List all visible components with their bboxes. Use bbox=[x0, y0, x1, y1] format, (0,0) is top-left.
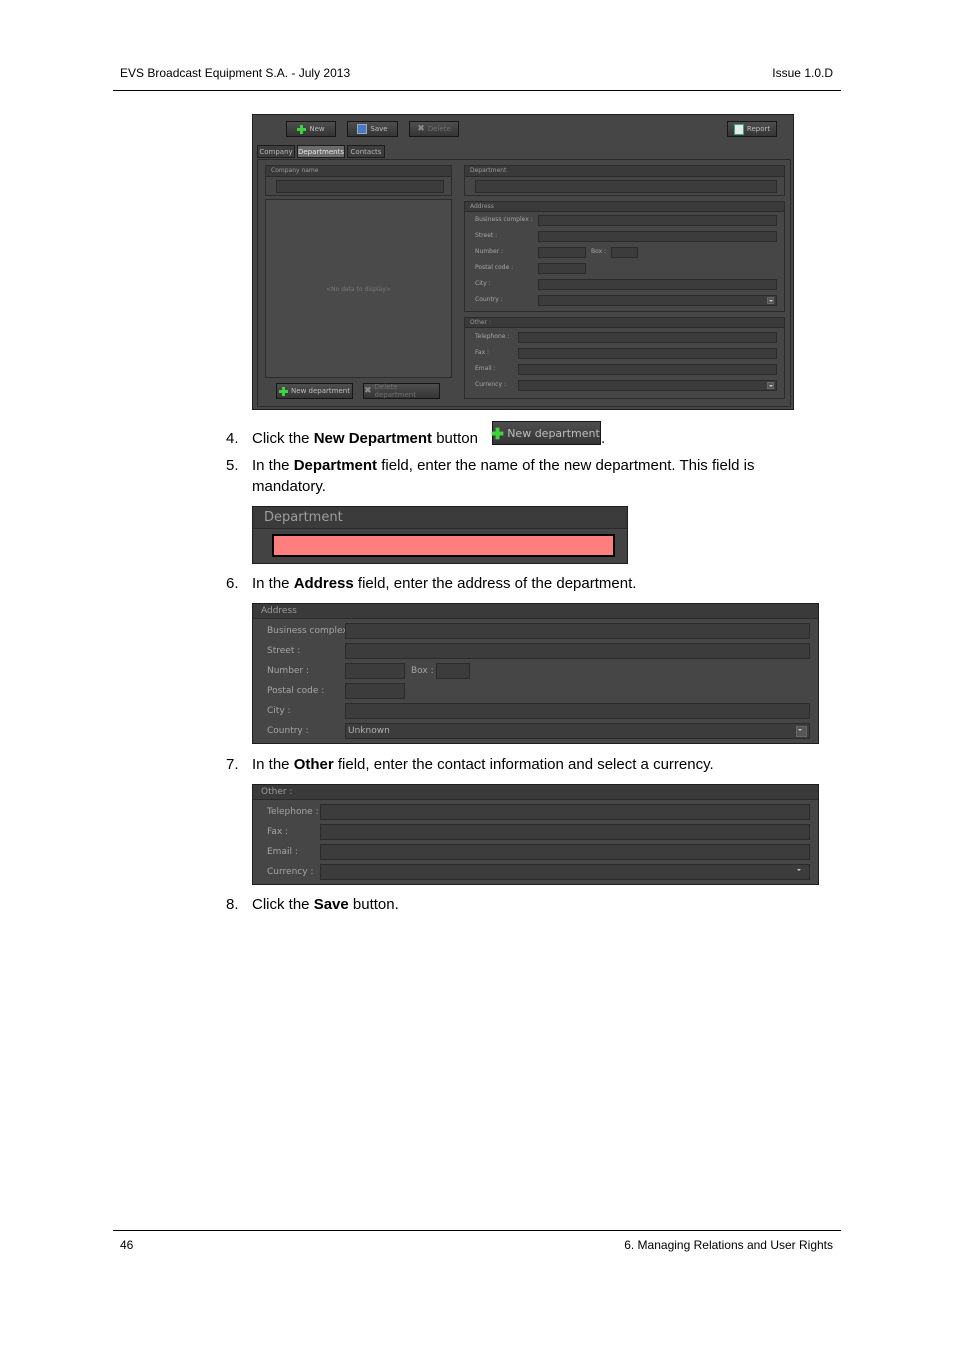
plus-icon bbox=[491, 427, 504, 439]
department-input[interactable] bbox=[475, 180, 777, 193]
chevron-down-icon bbox=[767, 297, 774, 304]
telephone-label: Telephone : bbox=[475, 333, 510, 340]
address-title: Address bbox=[465, 202, 784, 212]
plus-icon bbox=[297, 124, 307, 134]
plus-icon bbox=[279, 386, 289, 396]
box-input[interactable] bbox=[611, 247, 638, 258]
new-department-button[interactable]: New department bbox=[276, 383, 353, 399]
telephone-input[interactable] bbox=[320, 804, 810, 820]
company-name-panel: Company name bbox=[265, 165, 452, 196]
currency-label: Currency : bbox=[267, 867, 314, 877]
city-label: City : bbox=[267, 706, 291, 716]
telephone-label: Telephone : bbox=[267, 807, 319, 817]
header-left: EVS Broadcast Equipment S.A. - July 2013 bbox=[120, 66, 351, 80]
company-name-label: Company name bbox=[266, 166, 451, 177]
box-label: Box : bbox=[591, 248, 607, 255]
app-screenshot: New Save ✖ Delete Report Company Departm… bbox=[252, 114, 794, 410]
fax-input[interactable] bbox=[518, 348, 777, 359]
number-label: Number : bbox=[267, 666, 310, 676]
telephone-input[interactable] bbox=[518, 332, 777, 343]
report-button[interactable]: Report bbox=[727, 121, 777, 137]
currency-select[interactable] bbox=[518, 380, 777, 391]
department-list[interactable]: <No data to display> bbox=[265, 199, 452, 378]
email-label: Email : bbox=[267, 847, 298, 857]
tab-company[interactable]: Company bbox=[257, 145, 295, 158]
inline-new-department-button[interactable]: New department bbox=[491, 421, 601, 445]
box-label: Box : bbox=[411, 666, 434, 676]
department-title: Department bbox=[253, 507, 627, 529]
tab-contacts[interactable]: Contacts bbox=[347, 145, 385, 158]
chevron-down-icon bbox=[767, 382, 774, 389]
country-label: Country : bbox=[267, 726, 309, 736]
number-label: Number : bbox=[475, 248, 504, 255]
department-label: Department bbox=[465, 166, 784, 177]
save-button[interactable]: Save bbox=[347, 121, 398, 137]
currency-label: Currency : bbox=[475, 381, 506, 388]
delete-icon: ✖ bbox=[417, 124, 425, 134]
box-input[interactable] bbox=[436, 663, 470, 679]
country-label: Country : bbox=[475, 296, 503, 303]
header-rule bbox=[113, 90, 841, 91]
email-input[interactable] bbox=[518, 364, 777, 375]
delete-button[interactable]: ✖ Delete bbox=[409, 121, 459, 137]
new-button[interactable]: New bbox=[286, 121, 336, 137]
fax-label: Fax : bbox=[475, 349, 490, 356]
footer-rule bbox=[113, 1230, 841, 1231]
step-4-period: . bbox=[601, 430, 606, 447]
business-complex-label: Business complex : bbox=[475, 216, 533, 223]
chevron-down-icon bbox=[796, 867, 807, 878]
other-zoom-title: Other : bbox=[253, 785, 818, 800]
country-select[interactable]: Unknown bbox=[345, 723, 810, 739]
email-input[interactable] bbox=[320, 844, 810, 860]
tab-departments[interactable]: Departments bbox=[297, 145, 345, 158]
fax-label: Fax : bbox=[267, 827, 289, 837]
tab-content: Company name <No data to display> New de… bbox=[257, 159, 791, 407]
postal-code-label: Postal code : bbox=[475, 264, 514, 271]
other-title: Other : bbox=[465, 318, 784, 328]
floppy-icon bbox=[357, 124, 368, 134]
step-5: 5. In the Department field, enter the na… bbox=[226, 457, 755, 495]
city-label: City : bbox=[475, 280, 491, 287]
email-label: Email : bbox=[475, 365, 496, 372]
other-panel: Other : Telephone : Fax : Email : Curren… bbox=[464, 317, 785, 399]
business-complex-label: Business complex : bbox=[267, 626, 354, 636]
business-complex-input[interactable] bbox=[345, 623, 810, 639]
postal-code-label: Postal code : bbox=[267, 686, 325, 696]
city-input[interactable] bbox=[538, 279, 777, 290]
street-label: Street : bbox=[267, 646, 301, 656]
street-input[interactable] bbox=[345, 643, 810, 659]
number-input[interactable] bbox=[345, 663, 405, 679]
chapter-title: 6. Managing Relations and User Rights bbox=[624, 1238, 833, 1252]
postal-code-input[interactable] bbox=[345, 683, 405, 699]
business-complex-input[interactable] bbox=[538, 215, 777, 226]
company-name-input[interactable] bbox=[276, 180, 444, 193]
address-panel-zoom: Address Business complex : Street : Numb… bbox=[252, 603, 819, 744]
currency-select[interactable] bbox=[320, 864, 810, 880]
postal-code-input[interactable] bbox=[538, 263, 586, 274]
city-input[interactable] bbox=[345, 703, 810, 719]
number-input[interactable] bbox=[538, 247, 586, 258]
department-panel: Department bbox=[464, 165, 785, 196]
page-number: 46 bbox=[120, 1238, 134, 1252]
country-select[interactable] bbox=[538, 295, 777, 306]
street-label: Street : bbox=[475, 232, 498, 239]
fax-input[interactable] bbox=[320, 824, 810, 840]
report-icon bbox=[733, 123, 744, 135]
country-value: Unknown bbox=[348, 726, 390, 736]
department-panel-zoom: Department bbox=[252, 506, 628, 564]
empty-list-text: <No data to display> bbox=[326, 286, 391, 293]
delete-icon: ✖ bbox=[364, 386, 372, 396]
other-panel-zoom: Other : Telephone : Fax : Email : Curren… bbox=[252, 784, 819, 885]
street-input[interactable] bbox=[538, 231, 777, 242]
address-panel: Address Business complex : Street : Numb… bbox=[464, 201, 785, 312]
department-mandatory-input[interactable] bbox=[272, 534, 615, 557]
delete-department-button[interactable]: ✖ Delete department bbox=[363, 383, 440, 399]
chevron-down-icon bbox=[796, 726, 807, 737]
address-zoom-title: Address bbox=[253, 604, 818, 619]
header-right: Issue 1.0.D bbox=[772, 66, 833, 80]
